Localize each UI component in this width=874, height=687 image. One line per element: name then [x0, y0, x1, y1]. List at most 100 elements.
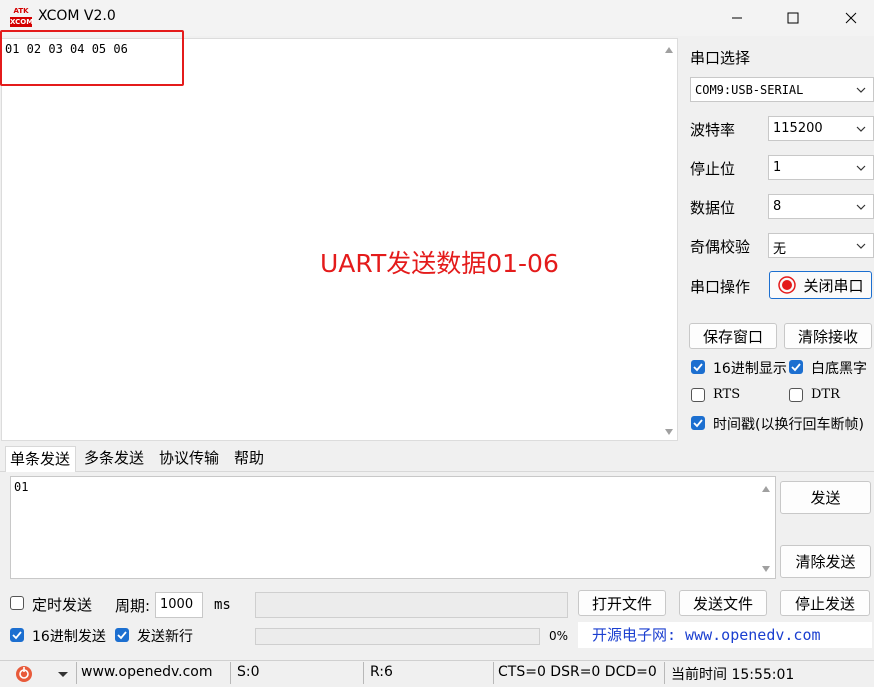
stop-bits-value: 1 [773, 160, 782, 175]
checkbox-checked-icon [789, 360, 803, 374]
port-select-value: COM9:USB-SERIAL [695, 83, 804, 97]
app-logo-icon: ATK XCOM [10, 7, 34, 27]
timestamp-checkbox[interactable] [691, 416, 705, 430]
timestamp-label: 时间戳(以换行回车断帧) [713, 417, 864, 433]
tab-single-send[interactable]: 单条发送 [5, 446, 76, 472]
open-file-label: 打开文件 [591, 594, 652, 613]
port-status-icon [778, 276, 797, 294]
stop-bits-select[interactable]: 1 [768, 155, 874, 180]
status-separator [363, 662, 364, 684]
data-bits-label: 数据位 [690, 199, 736, 217]
close-icon [845, 12, 857, 24]
send-button-label: 发送 [810, 489, 841, 507]
scroll-arrows-icon [762, 486, 770, 572]
minimize-icon [732, 17, 742, 19]
checkbox-unchecked-icon [691, 388, 705, 402]
send-text: 01 [14, 480, 29, 494]
website-banner[interactable]: 开源电子网: www.openedv.com [578, 622, 872, 648]
open-file-button[interactable]: 打开文件 [578, 590, 666, 616]
parity-value: 无 [773, 242, 787, 257]
hex-send-label: 16进制发送 [32, 629, 106, 645]
parity-label: 奇偶校验 [690, 238, 751, 256]
period-value: 1000 [160, 597, 194, 612]
scroll-arrows-icon [665, 47, 673, 435]
close-port-label: 关闭串口 [803, 276, 864, 295]
window-title: XCOM V2.0 [38, 8, 116, 24]
send-scrollbar[interactable] [758, 478, 775, 578]
status-sent-count: S:0 [237, 664, 260, 680]
clear-receive-label: 清除接收 [797, 327, 858, 346]
checkbox-unchecked-icon [789, 388, 803, 402]
chevron-down-icon [856, 243, 866, 249]
chevron-down-icon [856, 126, 866, 132]
stop-send-label: 停止发送 [794, 594, 855, 613]
data-bits-value: 8 [773, 199, 782, 214]
checkbox-unchecked-icon [10, 596, 24, 610]
status-received-count: R:6 [370, 664, 393, 680]
period-label: 周期: [115, 597, 151, 615]
stop-bits-label: 停止位 [690, 160, 736, 178]
tab-help[interactable]: 帮助 [230, 446, 270, 472]
timed-send-label: 定时发送 [32, 596, 93, 614]
rts-checkbox[interactable] [691, 388, 705, 402]
hex-display-label: 16进制显示 [713, 361, 787, 377]
port-select[interactable]: COM9:USB-SERIAL [690, 77, 874, 102]
progress-percent: 0% [549, 629, 569, 643]
send-textarea[interactable]: 01 [10, 476, 776, 579]
maximize-button[interactable] [770, 0, 816, 36]
file-path-field [255, 592, 568, 618]
checkbox-checked-icon [691, 360, 705, 374]
status-separator [230, 662, 231, 684]
clear-receive-button[interactable]: 清除接收 [784, 323, 872, 349]
status-time: 当前时间 15:55:01 [671, 667, 795, 683]
save-window-label: 保存窗口 [702, 327, 763, 346]
clear-send-button[interactable]: 清除发送 [780, 545, 871, 578]
send-newline-label: 发送新行 [137, 629, 193, 645]
dtr-label: DTR [811, 387, 840, 402]
period-unit: ms [214, 597, 231, 613]
status-separator [664, 662, 665, 684]
status-separator [493, 662, 494, 684]
close-button[interactable] [828, 0, 874, 36]
checkbox-checked-icon [10, 628, 24, 642]
period-input[interactable]: 1000 [155, 592, 203, 618]
app-logo-text-bottom: XCOM [10, 17, 34, 27]
annotation-highlight-box [0, 30, 184, 86]
hex-display-checkbox[interactable] [691, 360, 705, 374]
app-logo-text-top: ATK [13, 7, 29, 15]
chevron-down-icon [856, 87, 866, 93]
baud-label: 波特率 [690, 121, 736, 139]
baud-select[interactable]: 115200 [768, 116, 874, 141]
dtr-checkbox[interactable] [789, 388, 803, 402]
dropdown-arrow-icon[interactable] [57, 667, 69, 683]
receive-textarea[interactable]: 01 02 03 04 05 06 [1, 38, 678, 441]
status-separator [76, 662, 77, 684]
timed-send-checkbox[interactable] [10, 596, 24, 610]
chevron-down-icon [856, 204, 866, 210]
send-file-label: 发送文件 [692, 594, 753, 613]
status-url: www.openedv.com [81, 664, 213, 680]
tab-multi-send[interactable]: 多条发送 [80, 446, 152, 472]
white-bg-label: 白底黑字 [811, 361, 867, 377]
chevron-down-icon [856, 165, 866, 171]
stop-send-button[interactable]: 停止发送 [780, 590, 870, 616]
tab-protocol[interactable]: 协议传输 [155, 446, 227, 472]
receive-scrollbar[interactable] [661, 41, 677, 439]
send-button[interactable]: 发送 [780, 481, 871, 514]
send-file-button[interactable]: 发送文件 [679, 590, 767, 616]
parity-select[interactable]: 无 [768, 233, 874, 258]
close-port-button[interactable]: 关闭串口 [769, 271, 872, 299]
maximize-icon [787, 12, 799, 24]
hex-send-checkbox[interactable] [10, 628, 24, 642]
port-select-label: 串口选择 [690, 49, 751, 67]
white-bg-checkbox[interactable] [789, 360, 803, 374]
clear-send-label: 清除发送 [795, 553, 856, 571]
send-newline-checkbox[interactable] [115, 628, 129, 642]
save-window-button[interactable]: 保存窗口 [689, 323, 777, 349]
checkbox-checked-icon [115, 628, 129, 642]
minimize-button[interactable] [714, 0, 760, 36]
data-bits-select[interactable]: 8 [768, 194, 874, 219]
baud-value: 115200 [773, 121, 823, 136]
port-operation-label: 串口操作 [690, 278, 751, 296]
checkbox-checked-icon [691, 416, 705, 430]
